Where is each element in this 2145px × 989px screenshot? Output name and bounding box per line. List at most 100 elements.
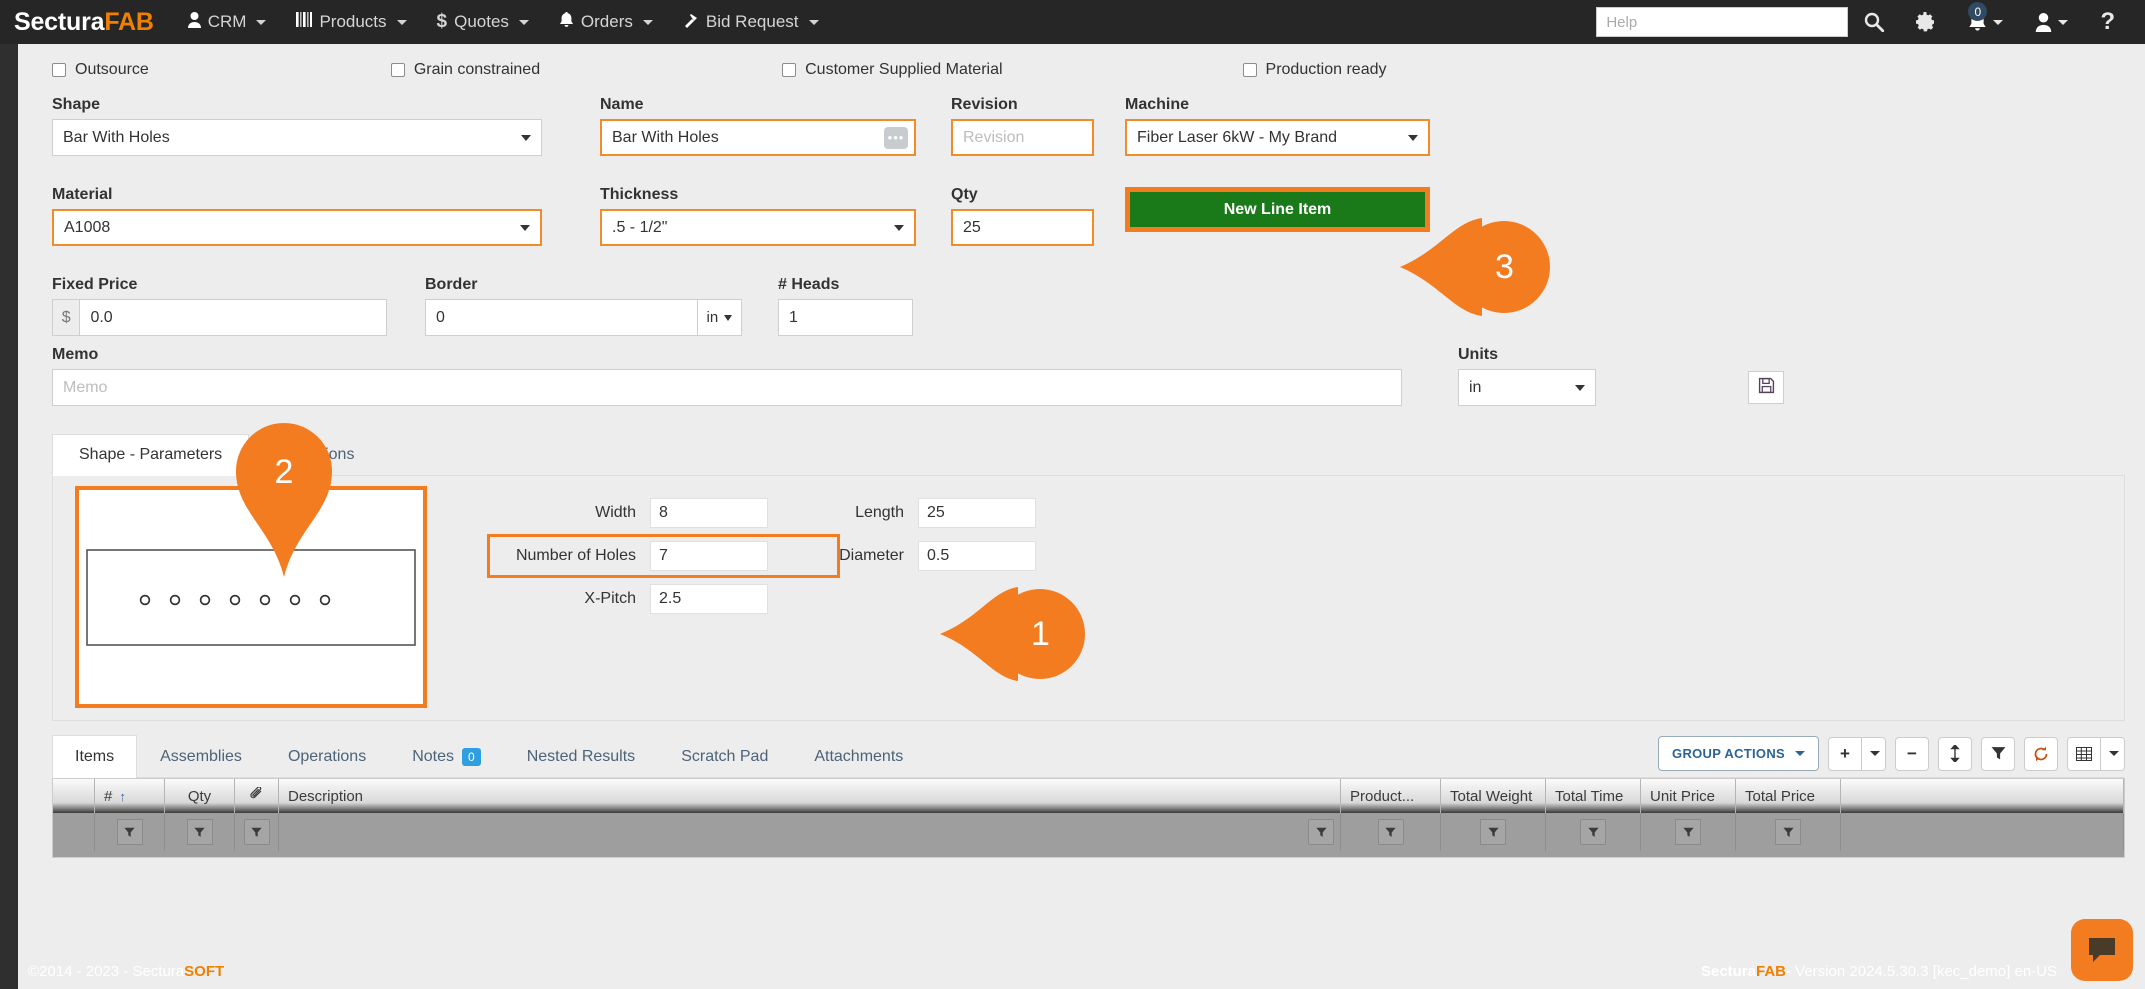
fixed-price-input[interactable] <box>79 299 387 336</box>
border-input[interactable] <box>425 299 698 336</box>
notifications-bell-icon[interactable]: 0 <box>1952 0 2019 44</box>
filter-cell-total-time[interactable] <box>1546 813 1641 851</box>
filter-cell-total-weight[interactable] <box>1441 813 1546 851</box>
param-input-length[interactable] <box>918 498 1036 528</box>
bell-icon <box>559 12 574 33</box>
search-icon[interactable] <box>1848 0 1900 44</box>
border-unit-value: in <box>706 309 718 326</box>
thickness-select[interactable]: .5 - 1/2" <box>600 209 916 246</box>
grid-column-total-price[interactable]: Total Price <box>1736 779 1841 813</box>
checkbox-grain-constrained[interactable]: Grain constrained <box>391 61 540 79</box>
tab-items[interactable]: Items <box>52 735 137 778</box>
checkbox-box[interactable] <box>782 63 796 77</box>
refresh-icon[interactable] <box>2024 737 2058 771</box>
nav-item-crm[interactable]: CRM <box>188 12 267 33</box>
grid-column-number[interactable]: # ↑ <box>95 779 165 813</box>
chevron-down-icon <box>2109 751 2119 756</box>
filter-icon[interactable] <box>1775 819 1801 845</box>
grid-column-attachment[interactable] <box>235 779 279 813</box>
checkbox-outsource[interactable]: Outsource <box>52 61 149 79</box>
filter-icon[interactable] <box>187 819 213 845</box>
add-dropdown-icon[interactable] <box>1862 737 1886 771</box>
user-account-icon[interactable] <box>2019 0 2084 44</box>
checkbox-box[interactable] <box>52 63 66 77</box>
group-actions-button[interactable]: GROUP ACTIONS <box>1658 736 1819 771</box>
callout-3-number: 3 <box>1482 236 1527 298</box>
tab-shape-parameters[interactable]: Shape - Parameters <box>52 434 249 476</box>
grid-column-product[interactable]: Product... <box>1341 779 1441 813</box>
param-input-number-of-holes[interactable] <box>650 541 768 571</box>
checkbox-box[interactable] <box>1243 63 1257 77</box>
nav-item-products[interactable]: Products <box>296 12 406 32</box>
filter-icon[interactable] <box>1580 819 1606 845</box>
hammer-icon <box>683 12 699 33</box>
border-unit-select[interactable]: in <box>698 299 742 336</box>
filter-icon[interactable] <box>1378 819 1404 845</box>
filter-icon[interactable] <box>244 819 270 845</box>
material-select[interactable]: A1008 <box>52 209 542 246</box>
columns-icon[interactable] <box>2067 737 2101 771</box>
gear-icon[interactable] <box>1900 0 1952 44</box>
units-field: Units in <box>1458 346 1596 406</box>
app-logo[interactable]: SecturaFAB <box>14 8 154 37</box>
grid-column-description[interactable]: Description <box>279 779 1341 813</box>
memo-input[interactable] <box>52 369 1402 406</box>
param-input-diameter[interactable] <box>918 541 1036 571</box>
grid-column-total-weight[interactable]: Total Weight <box>1441 779 1546 813</box>
filter-icon[interactable] <box>117 819 143 845</box>
name-input[interactable] <box>600 119 916 156</box>
tab-scratch-pad[interactable]: Scratch Pad <box>658 735 791 778</box>
machine-select[interactable]: Fiber Laser 6kW - My Brand <box>1125 119 1430 156</box>
callout-2-number: 2 <box>232 443 336 501</box>
save-button[interactable] <box>1748 371 1784 404</box>
remove-icon[interactable]: − <box>1895 737 1929 771</box>
filter-cell-total-price[interactable] <box>1736 813 1841 851</box>
checkbox-customer-supplied-material[interactable]: Customer Supplied Material <box>782 61 1002 79</box>
checkbox-production-ready[interactable]: Production ready <box>1243 61 1387 79</box>
filter-icon[interactable] <box>1675 819 1701 845</box>
add-icon[interactable]: + <box>1828 737 1862 771</box>
grid-header-row: # ↑ Qty Description Product... <box>53 779 2124 813</box>
tab-attachments[interactable]: Attachments <box>791 735 926 778</box>
units-label: Units <box>1458 346 1596 364</box>
tab-grid-operations[interactable]: Operations <box>265 735 389 778</box>
filter-cell-product[interactable] <box>1341 813 1441 851</box>
grid-column-selector[interactable] <box>53 779 95 813</box>
filter-icon[interactable] <box>1480 819 1506 845</box>
grid-column-qty[interactable]: Qty <box>165 779 235 813</box>
qty-input[interactable] <box>951 209 1094 246</box>
shape-select[interactable]: Bar With Holes <box>52 119 542 156</box>
filter-cell-description[interactable] <box>279 813 1341 851</box>
filter-cell-number[interactable] <box>95 813 165 851</box>
filter-cell-attachment[interactable] <box>235 813 279 851</box>
tab-notes[interactable]: Notes 0 <box>389 735 503 778</box>
filter-icon[interactable] <box>1981 737 2015 771</box>
filter-cell-unit-price[interactable] <box>1641 813 1736 851</box>
filter-icon[interactable] <box>1308 819 1334 845</box>
checkbox-box[interactable] <box>391 63 405 77</box>
chevron-down-icon <box>1408 135 1418 141</box>
units-select[interactable]: in <box>1458 369 1596 406</box>
param-input-x-pitch[interactable] <box>650 584 768 614</box>
nav-item-quotes[interactable]: $ Quotes <box>437 11 529 33</box>
grid-column-unit-price[interactable]: Unit Price <box>1641 779 1736 813</box>
columns-dropdown-icon[interactable] <box>2101 737 2125 771</box>
nav-label-orders: Orders <box>581 12 633 32</box>
new-line-item-highlight: New Line Item <box>1125 187 1430 232</box>
nav-item-bid-request[interactable]: Bid Request <box>683 12 819 33</box>
chat-bubble-icon[interactable] <box>2071 919 2133 981</box>
help-search-input[interactable] <box>1596 7 1848 37</box>
tab-assemblies[interactable]: Assemblies <box>137 735 265 778</box>
param-input-width[interactable] <box>650 498 768 528</box>
nav-item-orders[interactable]: Orders <box>559 12 653 33</box>
revision-input[interactable] <box>951 119 1094 156</box>
grid-column-total-time[interactable]: Total Time <box>1546 779 1641 813</box>
heads-input[interactable] <box>778 299 913 336</box>
new-line-item-button[interactable]: New Line Item <box>1130 192 1425 227</box>
name-lookup-button[interactable]: ••• <box>884 127 908 149</box>
resize-rows-icon[interactable] <box>1938 737 1972 771</box>
tab-nested-results[interactable]: Nested Results <box>504 735 659 778</box>
filter-cell-qty[interactable] <box>165 813 235 851</box>
help-question-icon[interactable]: ? <box>2084 0 2131 44</box>
chevron-down-icon <box>2058 20 2068 25</box>
